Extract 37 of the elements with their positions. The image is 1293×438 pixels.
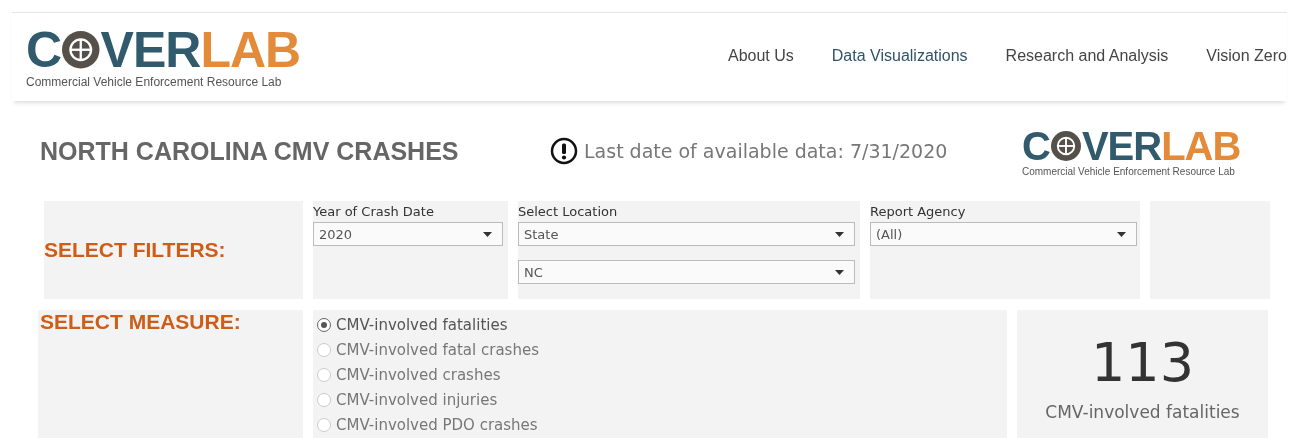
last-date-notice: Last date of available data: 7/31/2020 — [584, 140, 948, 162]
logo-text: LAB — [1161, 125, 1241, 166]
logo-text: C — [26, 25, 62, 75]
kpi-label: CMV-involved fatalities — [1045, 402, 1240, 422]
caret-icon — [835, 269, 844, 275]
caret-icon — [483, 231, 492, 237]
measure-radio[interactable]: CMV-involved crashes — [317, 364, 1007, 385]
measure-radio[interactable]: CMV-involved fatal crashes — [317, 339, 1007, 360]
crosshair-icon — [62, 31, 100, 69]
exclamation-icon — [550, 137, 578, 165]
nav-link[interactable]: Research and Analysis — [1005, 47, 1169, 65]
caret-icon — [835, 231, 844, 237]
filter-label: Select Location — [518, 204, 619, 219]
filter-label: Year of Crash Date — [313, 204, 435, 219]
dropdown[interactable]: NC — [518, 260, 855, 284]
dropdown[interactable]: 2020 — [313, 222, 503, 246]
logo-subtitle: Commercial Vehicle Enforcement Resource Lab — [26, 75, 282, 89]
logo-text: VER — [1081, 125, 1162, 166]
nav-link[interactable]: Data Visualizations — [831, 47, 968, 65]
filters-heading: SELECT FILTERS: — [44, 238, 227, 262]
nav-link[interactable]: About Us — [728, 47, 794, 65]
measure-radio[interactable]: CMV-involved injuries — [317, 389, 1007, 410]
measure-radio[interactable]: CMV-involved fatalities — [317, 314, 1007, 335]
dropdown[interactable]: State — [518, 222, 855, 246]
filter-label: Report Agency — [870, 204, 967, 219]
caret-icon — [1117, 231, 1126, 237]
logo-subtitle: Commercial Vehicle Enforcement Resource Lab — [1022, 165, 1235, 177]
measure-heading: SELECT MEASURE: — [40, 310, 241, 333]
logo-text: VER — [100, 25, 201, 75]
logo-text: C — [1022, 125, 1050, 166]
logo-text: LAB — [200, 25, 301, 75]
nav-link[interactable]: Vision Zero — [1206, 47, 1287, 65]
dashboard-title: NORTH CAROLINA CMV CRASHES — [40, 136, 460, 166]
kpi-value: 113 — [1090, 336, 1195, 390]
dropdown[interactable]: (All) — [870, 222, 1137, 246]
crosshair-icon — [1050, 130, 1081, 161]
measure-radio[interactable]: CMV-involved PDO crashes — [317, 414, 1007, 435]
